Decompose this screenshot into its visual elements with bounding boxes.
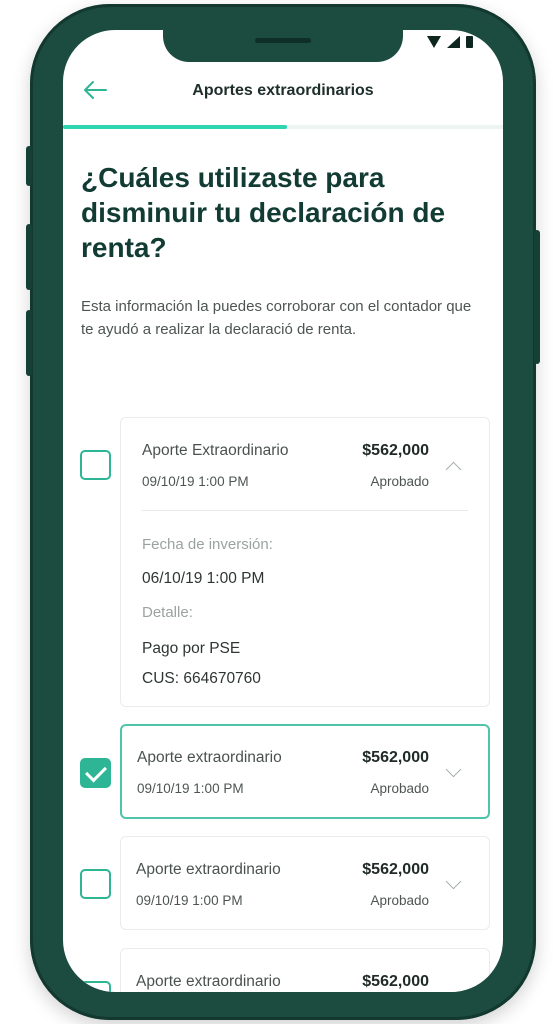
- list-item: Aporte extraordinario $562,000: [63, 948, 503, 992]
- notch: [163, 30, 403, 62]
- checkbox[interactable]: [80, 450, 111, 480]
- power-button: [534, 230, 540, 364]
- volume-up-button: [26, 224, 32, 290]
- status-badge: Aprobado: [370, 781, 429, 796]
- detail-label: Detalle:: [142, 604, 193, 621]
- page-title: Aportes extraordinarios: [192, 82, 374, 99]
- volume-down-button: [26, 310, 32, 376]
- status-badge: Aprobado: [370, 474, 429, 489]
- payment-method: Pago por PSE: [142, 640, 241, 657]
- side-button: [26, 146, 32, 186]
- chevron-down-icon[interactable]: [445, 873, 462, 890]
- card-title: Aporte extraordinario: [137, 749, 282, 766]
- list-item: Aporte extraordinario $562,000 09/10/19 …: [63, 836, 503, 930]
- divider: [142, 510, 468, 511]
- contribution-card[interactable]: Aporte Extraordinario $562,000 09/10/19 …: [120, 417, 490, 707]
- checkbox[interactable]: [80, 981, 111, 992]
- wifi-icon: [427, 36, 441, 48]
- card-title: Aporte Extraordinario: [142, 442, 289, 459]
- progress-bar: [63, 125, 503, 129]
- card-date: 09/10/19 1:00 PM: [142, 474, 249, 489]
- investment-date-label: Fecha de inversión:: [142, 536, 273, 553]
- checkbox[interactable]: [80, 869, 111, 899]
- card-title: Aporte extraordinario: [136, 861, 281, 878]
- card-amount: $562,000: [362, 973, 429, 990]
- app-screen: Aportes extraordinarios ¿Cuáles utilizas…: [63, 30, 503, 992]
- checkbox-checked[interactable]: [80, 758, 111, 788]
- card-title: Aporte extraordinario: [136, 973, 281, 990]
- contribution-card[interactable]: Aporte extraordinario $562,000 09/10/19 …: [120, 724, 490, 819]
- contribution-card[interactable]: Aporte extraordinario $562,000: [120, 948, 490, 992]
- signal-icon: [447, 36, 460, 48]
- status-badge: Aprobado: [370, 893, 429, 908]
- question-heading: ¿Cuáles utilizaste para disminuir tu dec…: [81, 162, 446, 263]
- card-amount: $562,000: [362, 861, 429, 878]
- cus-number: CUS: 664670760: [142, 670, 261, 687]
- progress-fill: [63, 125, 288, 129]
- contribution-card[interactable]: Aporte extraordinario $562,000 09/10/19 …: [120, 836, 490, 930]
- card-amount: $562,000: [362, 749, 429, 766]
- battery-icon: [466, 36, 473, 48]
- status-bar: [427, 36, 473, 48]
- list-item: Aporte Extraordinario $562,000 09/10/19 …: [63, 417, 503, 707]
- chevron-down-icon[interactable]: [445, 761, 462, 778]
- list-item: Aporte extraordinario $562,000 09/10/19 …: [63, 724, 503, 819]
- app-bar: Aportes extraordinarios: [63, 72, 503, 110]
- card-date: 09/10/19 1:00 PM: [136, 893, 243, 908]
- investment-date-value: 06/10/19 1:00 PM: [142, 570, 265, 587]
- card-amount: $562,000: [362, 442, 429, 459]
- speaker: [255, 38, 311, 43]
- chevron-up-icon[interactable]: [445, 461, 462, 478]
- card-date: 09/10/19 1:00 PM: [137, 781, 244, 796]
- description-text: Esta información la puedes corroborar co…: [81, 298, 472, 338]
